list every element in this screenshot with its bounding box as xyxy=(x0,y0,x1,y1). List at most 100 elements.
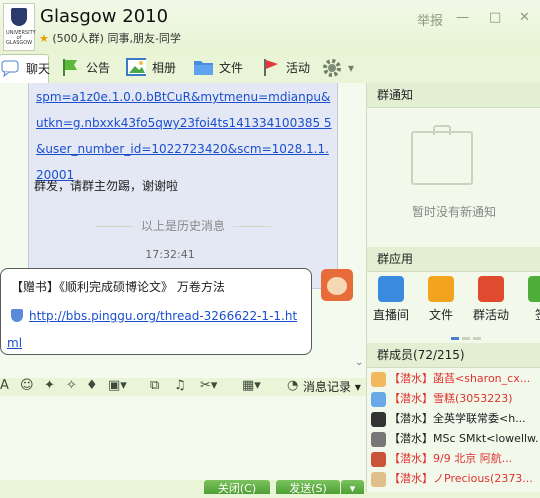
app-events[interactable]: 群活动 xyxy=(467,276,515,323)
minimize-icon[interactable]: — xyxy=(456,10,469,25)
avatar[interactable] xyxy=(321,269,353,301)
message-timestamp: 17:32:41 xyxy=(145,248,195,261)
notice-empty-text: 暂时没有新通知 xyxy=(411,205,496,219)
checkin-icon xyxy=(528,276,540,302)
group-title: Glasgow 2010 xyxy=(40,6,169,27)
member-item[interactable]: 【潜水】菡萏<sharon_cx... xyxy=(371,369,539,389)
group-description: (500人群) 同事,朋友-同学 xyxy=(52,32,181,45)
message-text: 群发，请群主勿踢，谢谢啦 xyxy=(34,179,179,193)
app-label: 直播间 xyxy=(372,308,409,322)
member-avatar xyxy=(371,391,386,407)
member-avatar xyxy=(371,411,386,427)
photo-icon xyxy=(126,58,146,76)
emoji-icon[interactable]: ☺ xyxy=(20,378,34,393)
tab-bar: 聊天 公告 相册 文件 活动 ▾ xyxy=(0,54,366,84)
scissors-icon[interactable]: ✂▾ xyxy=(200,378,217,393)
message-link[interactable]: spm=a1z0e.1.0.0.bBtCuR&mytmenu=mdianpu&u… xyxy=(36,84,336,188)
notice-header: 群通知 xyxy=(367,83,540,108)
app-checkin[interactable]: 签 xyxy=(517,276,540,323)
font-icon[interactable]: A xyxy=(0,378,9,393)
folder-icon xyxy=(194,61,213,75)
live-icon xyxy=(378,276,404,302)
maximize-icon[interactable]: □ xyxy=(489,10,501,25)
member-item[interactable]: 【潜水】全英学联常委<h... xyxy=(371,409,539,429)
member-badge: 【潜水】 xyxy=(389,432,433,445)
chevron-down-icon[interactable]: ▾ xyxy=(348,54,354,83)
member-item[interactable]: 【潜水】雪糕(3053223) xyxy=(371,389,539,409)
member-avatar xyxy=(371,451,386,467)
app-label: 文件 xyxy=(428,308,453,322)
tab-label: 聊天 xyxy=(26,62,51,76)
apps-header: 群应用 xyxy=(367,247,540,272)
chat-history[interactable]: spm=a1z0e.1.0.0.bBtCuR&mytmenu=mdianpu&u… xyxy=(0,83,366,378)
event-icon xyxy=(478,276,504,302)
image-icon[interactable]: ▣▾ xyxy=(108,378,127,393)
member-name: ノPrecious(2373... xyxy=(433,472,533,485)
mic-icon[interactable]: ♦ xyxy=(86,378,98,393)
stamp-icon[interactable]: ⧉ xyxy=(150,378,159,393)
group-subtitle: ★ (500人群) 同事,朋友-同学 xyxy=(39,30,181,46)
member-avatar xyxy=(371,431,386,447)
clock-icon: ◔ xyxy=(287,378,299,393)
member-item[interactable]: 【潜水】ノPrecious(2373... xyxy=(371,469,539,489)
message-title: 【赠书】《顺利完成硕博论文》 万卷方法 xyxy=(11,280,225,294)
right-panel: 群通知 暂时没有新通知 群应用 直播间 文件 群活动 签 群成员(72/215)… xyxy=(366,83,540,492)
member-badge: 【潜水】 xyxy=(389,472,433,485)
app-label: 群活动 xyxy=(472,308,509,322)
message-bubble: 【赠书】《顺利完成硕博论文》 万卷方法 http://bbs.pinggu.or… xyxy=(0,268,312,355)
group-logo[interactable]: UNIVERSITY of GLASGOW xyxy=(3,3,36,51)
folder-icon xyxy=(428,276,454,302)
member-item[interactable]: 【潜水】9/9 北京 阿航... xyxy=(371,449,539,469)
scroll-down-icon[interactable]: ⌄ xyxy=(355,357,363,368)
member-badge: 【潜水】 xyxy=(389,452,433,465)
member-name: MSc SMkt<lowellw... xyxy=(433,432,539,445)
logo-caption: UNIVERSITY of GLASGOW xyxy=(6,30,36,46)
app-label: 签 xyxy=(517,306,540,323)
member-avatar xyxy=(371,371,386,387)
shake-icon[interactable]: ✧ xyxy=(66,378,77,393)
tab-announcement[interactable]: 公告 xyxy=(60,54,116,83)
tab-more[interactable]: ▾ xyxy=(321,54,361,83)
member-name: 全英学联常委<h... xyxy=(433,412,526,425)
music-icon[interactable]: ♫ xyxy=(174,378,186,393)
flag-icon xyxy=(63,59,77,76)
report-button[interactable]: 举报 xyxy=(417,10,443,29)
members-header: 群成员(72/215) xyxy=(367,343,540,368)
university-crest-icon xyxy=(11,8,27,26)
chat-icon xyxy=(1,60,19,78)
member-badge: 【潜水】 xyxy=(389,392,433,405)
member-badge: 【潜水】 xyxy=(389,372,433,385)
star-icon: ★ xyxy=(39,32,49,45)
gear-icon xyxy=(323,59,341,77)
tab-label: 公告 xyxy=(86,61,111,75)
message-link[interactable]: http://bbs.pinggu.org/thread-3266622-1-1… xyxy=(7,303,305,357)
app-files[interactable]: 文件 xyxy=(417,276,465,323)
clipboard-icon xyxy=(411,125,473,185)
tab-label: 活动 xyxy=(286,61,311,75)
tab-chat[interactable]: 聊天 xyxy=(0,54,51,84)
member-badge: 【潜水】 xyxy=(389,412,433,425)
tab-label: 文件 xyxy=(219,61,244,75)
member-name: 雪糕(3053223) xyxy=(433,392,513,405)
pennant-icon xyxy=(264,59,278,76)
avatar-face xyxy=(327,277,347,295)
tab-album[interactable]: 相册 xyxy=(126,54,182,83)
tab-label: 相册 xyxy=(152,61,177,75)
history-label: 消息记录 xyxy=(303,380,352,394)
history-separator: 以上是历史消息 xyxy=(0,217,366,234)
close-icon[interactable]: ✕ xyxy=(519,10,530,25)
message-input[interactable] xyxy=(0,396,366,480)
member-name: 9/9 北京 阿航... xyxy=(433,452,513,465)
group-header: UNIVERSITY of GLASGOW Glasgow 2010 ★ (50… xyxy=(0,0,540,54)
app-live[interactable]: 直播间 xyxy=(367,276,415,323)
member-item[interactable]: 【潜水】MSc SMkt<lowellw... xyxy=(371,429,539,449)
member-avatar xyxy=(371,471,386,487)
member-name: 菡萏<sharon_cx... xyxy=(433,372,531,385)
magic-icon[interactable]: ✦ xyxy=(44,378,55,393)
pager-dots[interactable] xyxy=(451,329,484,343)
input-toolbar: A ☺ ✦ ✧ ♦ ▣▾ ⧉ ♫ ✂▾ ▦▾ ◔ 消息记录 ▾ xyxy=(0,378,366,396)
tab-files[interactable]: 文件 xyxy=(193,54,249,83)
history-button[interactable]: 消息记录 ▾ xyxy=(303,378,361,395)
tab-events[interactable]: 活动 xyxy=(260,54,316,83)
gift-icon[interactable]: ▦▾ xyxy=(242,378,261,393)
